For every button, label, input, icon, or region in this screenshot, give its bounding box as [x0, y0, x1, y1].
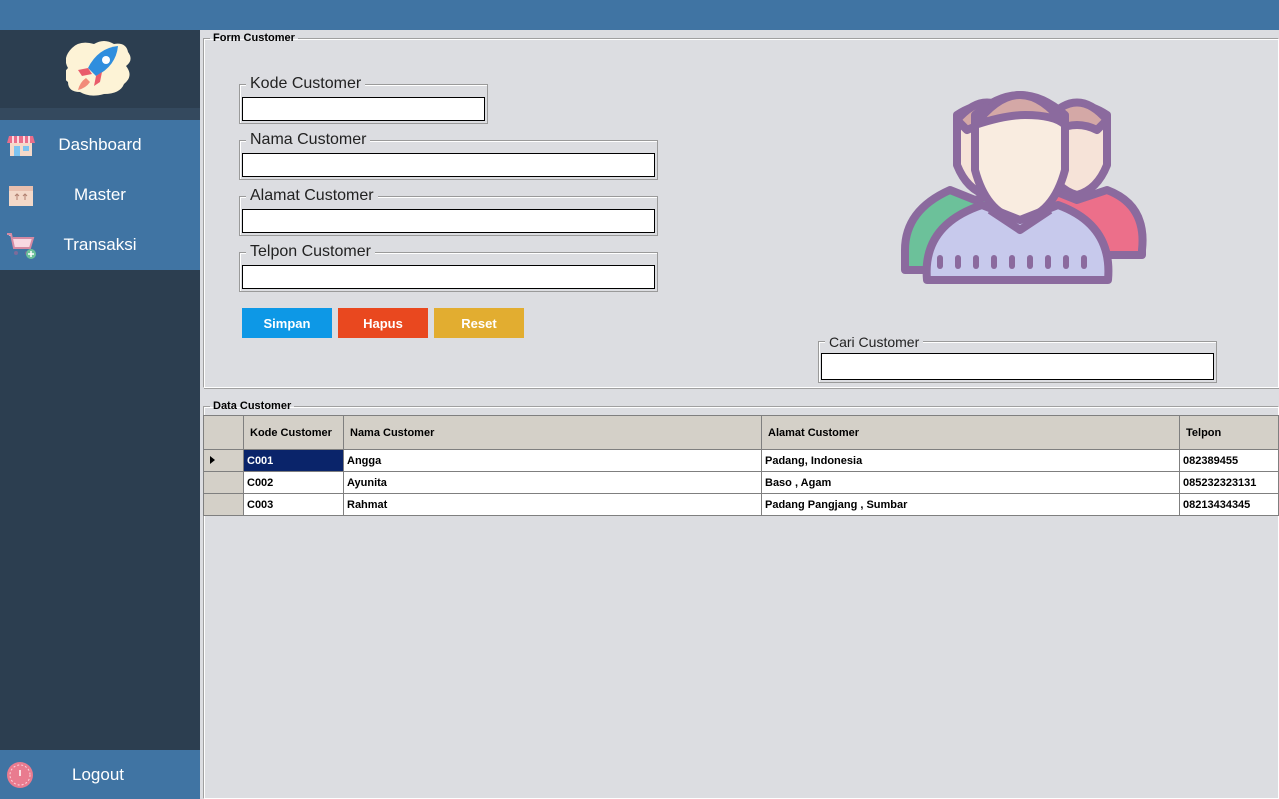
cell-alamat[interactable]: Baso , Agam: [761, 471, 1180, 494]
alamat-customer-field: Alamat Customer: [239, 187, 658, 236]
cell-alamat[interactable]: Padang, Indonesia: [761, 449, 1180, 472]
kode-customer-input[interactable]: [242, 97, 485, 121]
column-header-kode[interactable]: Kode Customer: [243, 415, 344, 450]
sidebar-item-label: Dashboard: [58, 135, 142, 154]
cell-kode[interactable]: C001: [243, 449, 344, 472]
telpon-customer-input[interactable]: [242, 265, 655, 289]
row-header-corner: [203, 415, 244, 450]
customer-table: Kode Customer Nama Customer Alamat Custo…: [203, 415, 1279, 516]
nama-customer-field: Nama Customer: [239, 131, 658, 180]
hapus-button[interactable]: Hapus: [338, 308, 428, 338]
rocket-icon: [66, 41, 131, 96]
logout-button[interactable]: Logout: [0, 750, 200, 799]
column-header-telpon[interactable]: Telpon: [1179, 415, 1279, 450]
alamat-customer-input[interactable]: [242, 209, 655, 233]
row-selector[interactable]: [203, 449, 244, 472]
cell-telpon[interactable]: 082389455: [1179, 449, 1279, 472]
column-header-alamat[interactable]: Alamat Customer: [761, 415, 1180, 450]
telpon-customer-label: Telpon Customer: [246, 243, 375, 261]
column-header-nama[interactable]: Nama Customer: [343, 415, 762, 450]
cari-customer-input[interactable]: [821, 353, 1214, 380]
nama-customer-label: Nama Customer: [246, 131, 371, 149]
cell-kode[interactable]: C003: [243, 493, 344, 516]
cari-customer-field: Cari Customer: [818, 334, 1217, 383]
sidebar-nav: Dashboard Master Transaksi: [0, 120, 200, 270]
cell-kode[interactable]: C002: [243, 471, 344, 494]
simpan-button[interactable]: Simpan: [242, 308, 332, 338]
alamat-customer-label: Alamat Customer: [246, 187, 378, 205]
sidebar-divider: [0, 108, 200, 120]
table-row[interactable]: C002 Ayunita Baso , Agam 085232323131: [203, 471, 1279, 494]
logout-label: Logout: [72, 765, 124, 784]
cell-nama[interactable]: Angga: [343, 449, 762, 472]
kode-customer-label: Kode Customer: [246, 75, 366, 93]
current-row-arrow-icon: [210, 455, 215, 464]
table-row[interactable]: C001 Angga Padang, Indonesia 082389455: [203, 449, 1279, 472]
cari-customer-label: Cari Customer: [825, 334, 924, 350]
logo-area: [0, 30, 200, 108]
cell-telpon[interactable]: 08213434345: [1179, 493, 1279, 516]
sidebar-item-label: Master: [74, 185, 126, 204]
data-customer-legend: Data Customer: [213, 400, 292, 412]
title-bar: [0, 0, 1279, 30]
sidebar: Dashboard Master Transaksi Logout: [0, 30, 200, 799]
row-selector[interactable]: [203, 471, 244, 494]
row-selector[interactable]: [203, 493, 244, 516]
kode-customer-field: Kode Customer: [239, 75, 488, 124]
customer-group-icon: [901, 91, 1147, 284]
sidebar-item-dashboard[interactable]: Dashboard: [0, 120, 200, 170]
sidebar-item-transaksi[interactable]: Transaksi: [0, 220, 200, 270]
telpon-customer-field: Telpon Customer: [239, 243, 658, 292]
nama-customer-input[interactable]: [242, 153, 655, 177]
reset-button[interactable]: Reset: [434, 308, 524, 338]
sidebar-item-label: Transaksi: [63, 235, 137, 254]
table-header-row: Kode Customer Nama Customer Alamat Custo…: [203, 415, 1279, 450]
cell-nama[interactable]: Ayunita: [343, 471, 762, 494]
cell-telpon[interactable]: 085232323131: [1179, 471, 1279, 494]
sidebar-item-master[interactable]: Master: [0, 170, 200, 220]
table-row[interactable]: C003 Rahmat Padang Pangjang , Sumbar 082…: [203, 493, 1279, 516]
cell-nama[interactable]: Rahmat: [343, 493, 762, 516]
form-customer-legend: Form Customer: [213, 32, 295, 44]
cell-alamat[interactable]: Padang Pangjang , Sumbar: [761, 493, 1180, 516]
